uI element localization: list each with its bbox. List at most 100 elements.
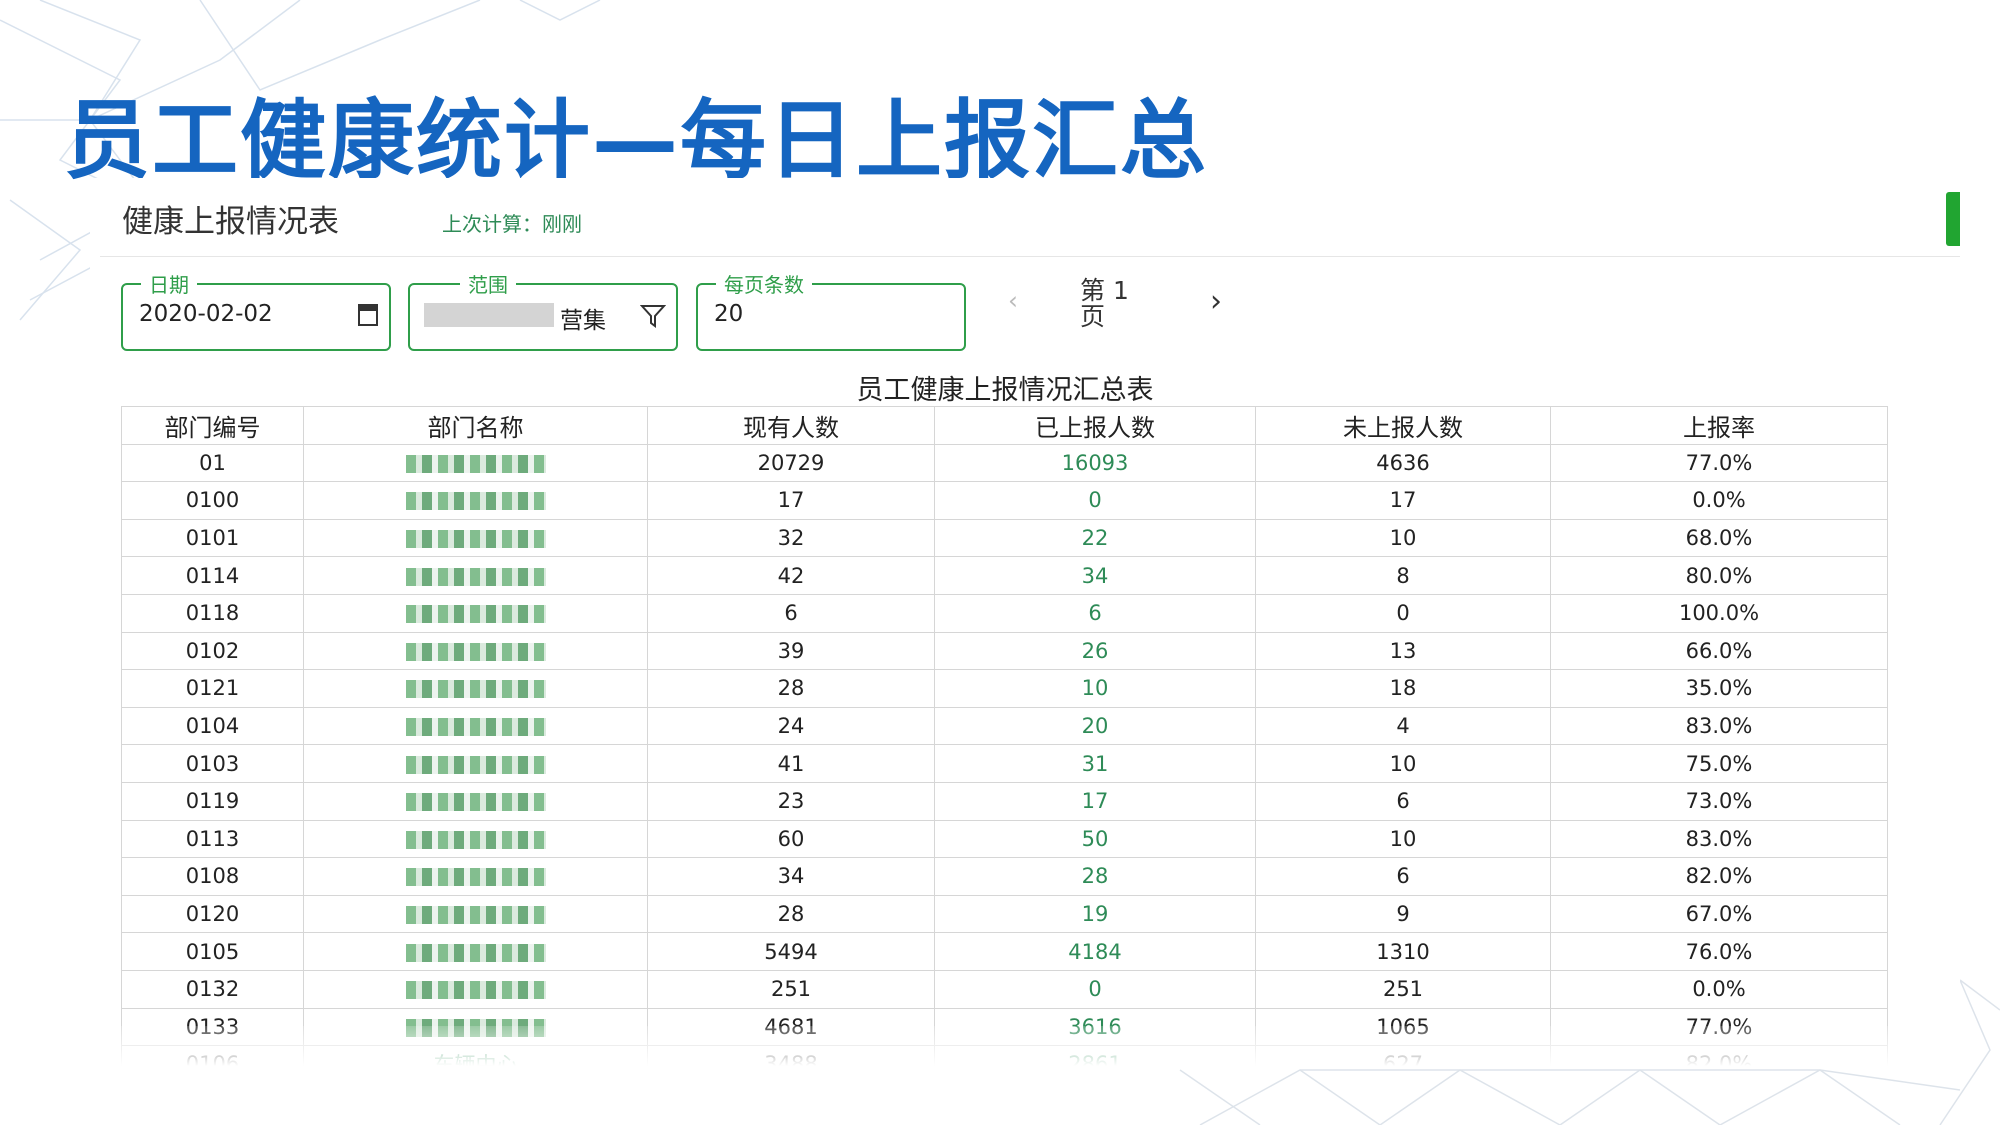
cell-reported: 50	[934, 819, 1256, 859]
cell-dept-name	[303, 556, 648, 595]
filter-icon[interactable]	[639, 303, 667, 329]
page-label-bottom: 页	[1080, 302, 1106, 331]
cell-reported: 0	[934, 481, 1256, 520]
date-field-label: 日期	[141, 269, 197, 298]
cell-dept-name	[303, 932, 648, 971]
cell-total: 6	[647, 593, 935, 633]
page-indicator: 第 1 页	[1080, 278, 1129, 330]
cell-dept-name	[303, 894, 648, 934]
cell-dept-code: 0114	[121, 556, 304, 595]
cell-dept-name	[303, 481, 648, 520]
page-size-field[interactable]: 每页条数 20	[696, 269, 966, 351]
table-row[interactable]: 0105 5494 4184 1310 76.0%	[121, 932, 1888, 971]
header-unreported: 未上报人数	[1255, 406, 1551, 445]
cell-total: 20729	[647, 443, 935, 483]
table-row[interactable]: 0119 23 17 6 73.0%	[121, 781, 1888, 821]
redacted-dept-name	[405, 981, 546, 1000]
cell-unreported: 6	[1255, 781, 1551, 821]
action-button[interactable]	[1946, 192, 1960, 246]
cell-dept-code: 0102	[121, 631, 304, 671]
redacted-dept-name	[405, 642, 546, 661]
cell-dept-name	[303, 518, 648, 558]
cell-dept-name	[303, 744, 648, 783]
cell-dept-code: 0113	[121, 819, 304, 859]
cell-dept-name	[303, 706, 648, 746]
cell-rate: 83.0%	[1550, 706, 1888, 746]
cell-reported: 31	[934, 744, 1256, 783]
cell-total: 42	[647, 556, 935, 595]
cell-unreported: 13	[1255, 631, 1551, 671]
table-row[interactable]: 0113 60 50 10 83.0%	[121, 819, 1888, 859]
redacted-dept-name	[405, 868, 546, 887]
cell-unreported: 6	[1255, 857, 1551, 896]
cell-rate: 76.0%	[1550, 932, 1888, 971]
cell-total: 251	[647, 969, 935, 1009]
cell-reported: 16093	[934, 443, 1256, 483]
table-row[interactable]: 0120 28 19 9 67.0%	[121, 894, 1888, 934]
table-row[interactable]: 0101 32 22 10 68.0%	[121, 518, 1888, 558]
cell-rate: 82.0%	[1550, 857, 1888, 896]
cell-rate: 67.0%	[1550, 894, 1888, 934]
cell-dept-code: 0103	[121, 744, 304, 783]
table-row[interactable]: 0114 42 34 8 80.0%	[121, 556, 1888, 595]
cell-dept-code: 0119	[121, 781, 304, 821]
cell-rate: 75.0%	[1550, 744, 1888, 783]
cell-unreported: 0	[1255, 593, 1551, 633]
page-label-top: 第 1	[1080, 276, 1129, 305]
redacted-scope	[424, 303, 554, 327]
cell-dept-code: 0108	[121, 857, 304, 896]
chevron-right-icon[interactable]: ›	[1210, 284, 1222, 319]
cell-total: 39	[647, 631, 935, 671]
cell-unreported: 9	[1255, 894, 1551, 934]
calendar-icon[interactable]	[357, 301, 379, 327]
cell-dept-code: 0101	[121, 518, 304, 558]
cell-dept-name	[303, 443, 648, 483]
cell-unreported: 17	[1255, 481, 1551, 520]
card-header: 健康上报情况表 上次计算：刚刚	[122, 188, 1960, 248]
slide-title: 员工健康统计—每日上报汇总	[64, 91, 1208, 191]
cell-unreported: 4	[1255, 706, 1551, 746]
table-row[interactable]: 0100 17 0 17 0.0%	[121, 481, 1888, 520]
cell-total: 23	[647, 781, 935, 821]
table-row[interactable]: 0102 39 26 13 66.0%	[121, 631, 1888, 671]
redacted-dept-name	[405, 530, 546, 549]
table-row[interactable]: 01 20729 16093 4636 77.0%	[121, 443, 1888, 483]
cell-reported: 17	[934, 781, 1256, 821]
redacted-dept-name	[405, 830, 546, 849]
table-row[interactable]: 0121 28 10 18 35.0%	[121, 669, 1888, 708]
cell-rate: 77.0%	[1550, 443, 1888, 483]
cell-rate: 0.0%	[1550, 969, 1888, 1009]
cell-dept-code: 0121	[121, 669, 304, 708]
page-size-value: 20	[714, 301, 744, 327]
scope-field[interactable]: 范围 营集	[408, 269, 678, 351]
cell-unreported: 4636	[1255, 443, 1551, 483]
table-caption: 员工健康上报情况汇总表	[856, 375, 1154, 406]
cell-total: 24	[647, 706, 935, 746]
cell-dept-name	[303, 781, 648, 821]
cell-unreported: 18	[1255, 669, 1551, 708]
cell-total: 32	[647, 518, 935, 558]
cell-rate: 35.0%	[1550, 669, 1888, 708]
table-row[interactable]: 0118 6 6 0 100.0%	[121, 593, 1888, 633]
redacted-dept-name	[405, 793, 546, 812]
header-reported: 已上报人数	[934, 406, 1256, 445]
cell-dept-code: 0118	[121, 593, 304, 633]
redacted-dept-name	[405, 492, 546, 511]
cell-rate: 83.0%	[1550, 819, 1888, 859]
table-header-row: 部门编号 部门名称 现有人数 已上报人数 未上报人数 上报率	[121, 406, 1888, 445]
table-row[interactable]: 0103 41 31 10 75.0%	[121, 744, 1888, 783]
cell-unreported: 8	[1255, 556, 1551, 595]
table-row[interactable]: 0108 34 28 6 82.0%	[121, 857, 1888, 896]
summary-table: 部门编号 部门名称 现有人数 已上报人数 未上报人数 上报率 01 20729 16…	[121, 406, 1888, 1066]
cell-total: 41	[647, 744, 935, 783]
last-calc-note: 上次计算：刚刚	[442, 212, 582, 236]
cell-rate: 73.0%	[1550, 781, 1888, 821]
cell-dept-name	[303, 857, 648, 896]
date-field[interactable]: 日期 2020-02-02	[121, 269, 391, 351]
page-size-label: 每页条数	[716, 269, 812, 298]
table-row[interactable]: 0104 24 20 4 83.0%	[121, 706, 1888, 746]
cell-reported: 0	[934, 969, 1256, 1009]
chevron-left-icon[interactable]: ‹	[1008, 286, 1018, 315]
header-divider	[100, 256, 1960, 257]
table-row[interactable]: 0132 251 0 251 0.0%	[121, 969, 1888, 1009]
